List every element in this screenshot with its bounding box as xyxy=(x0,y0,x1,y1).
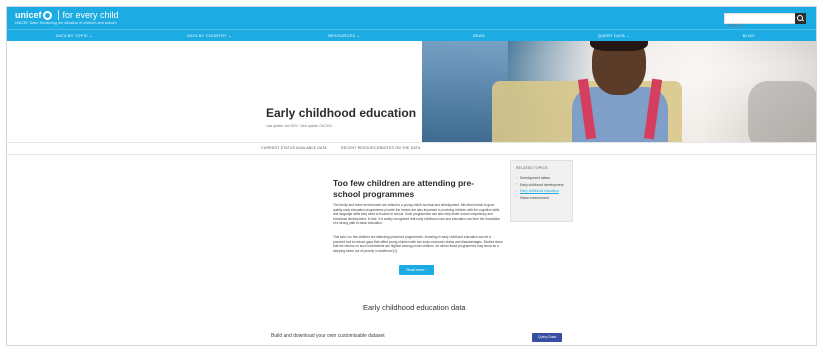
photo-child-hair xyxy=(590,41,648,51)
search-box xyxy=(724,13,806,30)
search-icon[interactable] xyxy=(795,13,806,24)
related-topic-link-active[interactable]: Early childhood education xyxy=(516,189,567,194)
nav-label: BLOG xyxy=(742,33,755,38)
nav-label: DATA BY COUNTRY xyxy=(186,33,227,38)
data-section-title: Early childhood education data xyxy=(363,303,466,312)
related-topics-panel: RELATED TOPICS Development status Early … xyxy=(510,160,573,222)
brand-name: unicef xyxy=(15,10,42,20)
nav-label: QUERY DATA xyxy=(597,33,625,38)
article-paragraph: The family and home environment are crit… xyxy=(333,203,501,226)
article-title: Too few children are attending pre-schoo… xyxy=(333,178,475,199)
tab-current-status[interactable]: CURRENT STATUS xyxy=(261,146,295,150)
main-nav: DATA BY TOPIC ⌄ DATA BY COUNTRY ⌄ RESOUR… xyxy=(7,29,816,41)
tab-notes-on-the-data[interactable]: NOTES ON THE DATA xyxy=(381,146,420,150)
hero-banner: Early childhood education Last update: J… xyxy=(7,41,816,142)
nav-label: RESOURCES xyxy=(328,33,356,38)
unicef-globe-icon xyxy=(42,10,52,20)
query-data-button[interactable]: Query Data xyxy=(532,333,562,342)
nav-data-by-country[interactable]: DATA BY COUNTRY ⌄ xyxy=(142,30,277,41)
tab-available-data[interactable]: AVAILABLE DATA xyxy=(296,146,327,150)
photo-right-figure xyxy=(748,81,816,142)
related-topic-link[interactable]: Development status xyxy=(516,176,567,181)
top-bar: unicef for every child UNICEF Data: Moni… xyxy=(7,7,816,30)
nav-label: DATA BY TOPIC xyxy=(55,33,88,38)
nav-query-data[interactable]: QUERY DATA ⌄ xyxy=(546,30,681,41)
brand-sub-tagline: UNICEF Data: Monitoring the situation of… xyxy=(15,21,117,25)
tab-recent-resources[interactable]: RECENT RESOURCES xyxy=(341,146,382,150)
page-title: Early childhood education xyxy=(266,106,417,120)
build-dataset-text: Build and download your own customisable… xyxy=(271,333,385,339)
nav-data-by-topic[interactable]: DATA BY TOPIC ⌄ xyxy=(7,30,142,41)
related-topic-link[interactable]: Early childhood development xyxy=(516,182,567,188)
nav-blog[interactable]: BLOG xyxy=(681,30,816,41)
brand-tagline: for every child xyxy=(62,10,119,20)
nav-label: DEAS xyxy=(473,33,485,38)
hero-photo xyxy=(422,41,816,142)
unicef-logo[interactable]: unicef for every child xyxy=(15,10,119,20)
related-topics-title: RELATED TOPICS xyxy=(516,166,548,170)
nav-resources[interactable]: RESOURCES ⌄ xyxy=(277,30,412,41)
related-topic-link[interactable]: Home environment xyxy=(516,195,567,201)
page-subtitle: Last update: Jan 2020 · Next update: Oct… xyxy=(266,124,333,128)
article-paragraph: This said, too few children are attendin… xyxy=(333,235,503,253)
read-more-button[interactable]: Read more › xyxy=(399,265,434,275)
logo-divider xyxy=(57,10,59,20)
section-tabs: CURRENT STATUS AVAILABLE DATA RECENT RES… xyxy=(7,142,816,155)
read-more-label: Read more xyxy=(406,268,425,272)
page-frame: unicef for every child UNICEF Data: Moni… xyxy=(6,6,817,346)
nav-deas[interactable]: DEAS xyxy=(411,30,546,41)
